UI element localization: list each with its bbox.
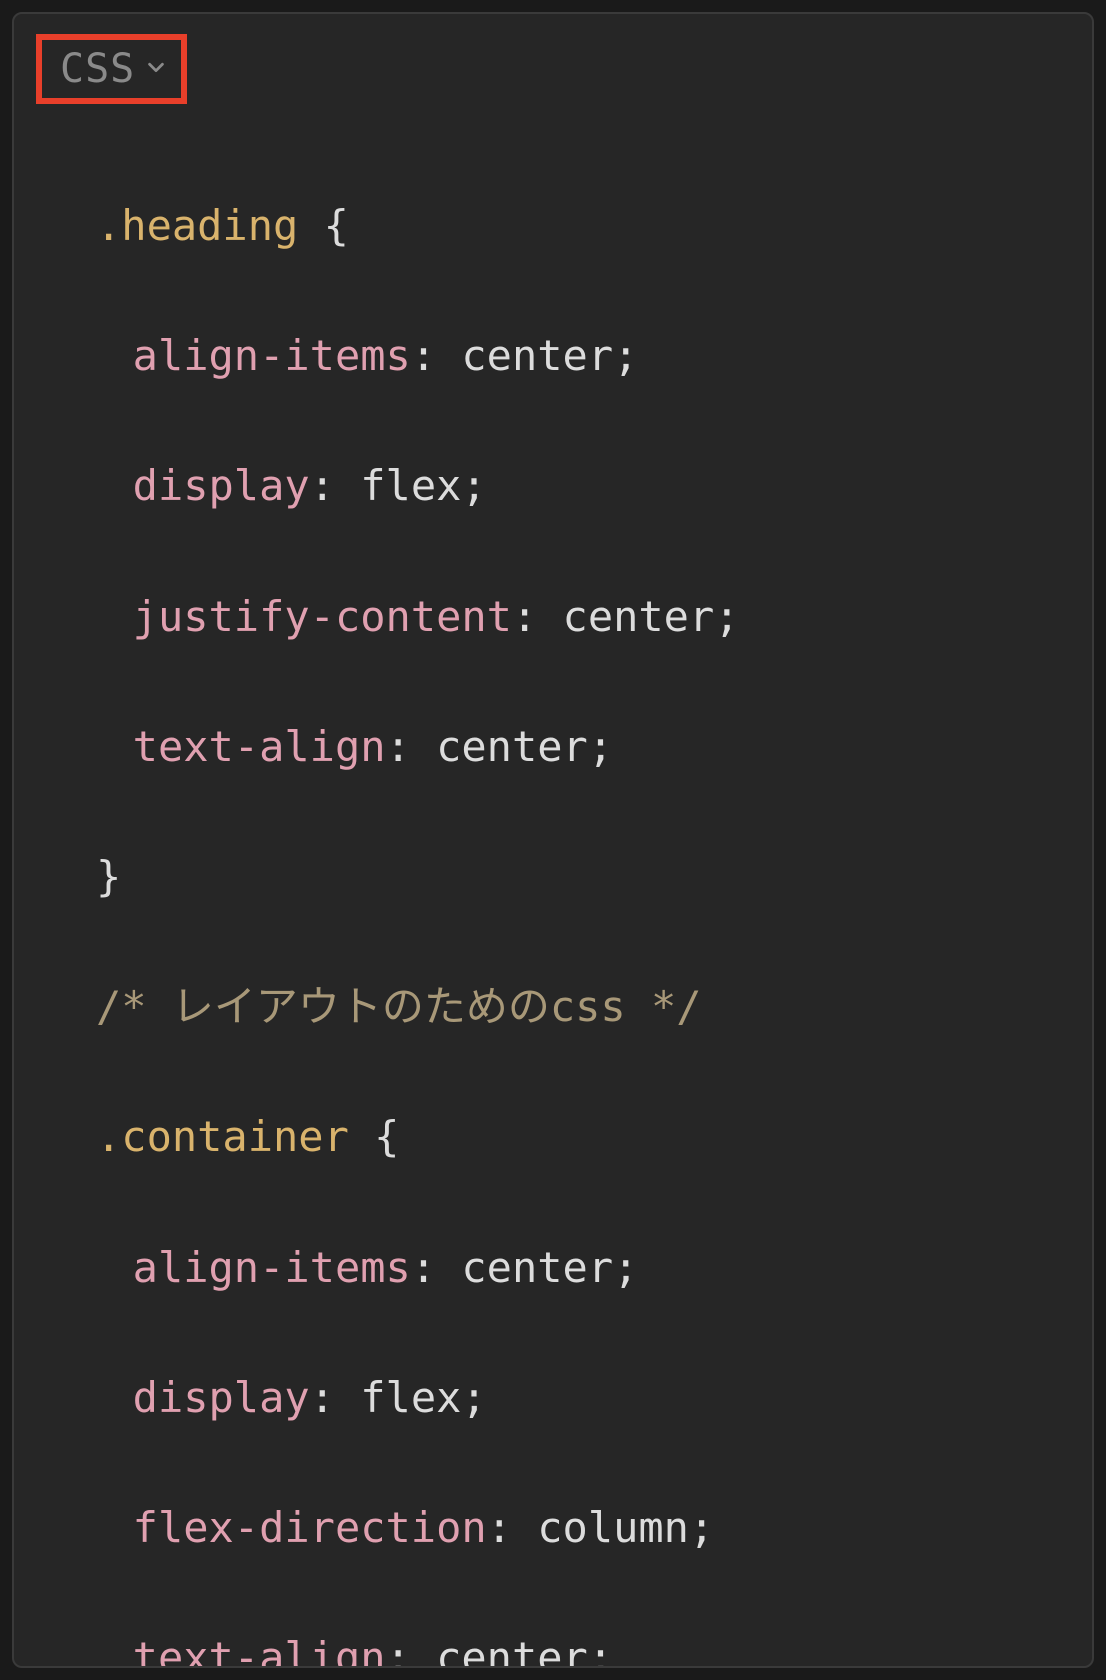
css-selector: .heading — [96, 201, 298, 250]
css-prop: text-align — [133, 1633, 386, 1668]
css-prop: flex-direction — [133, 1503, 487, 1552]
colon: : — [411, 331, 462, 380]
css-prop: align-items — [133, 1243, 411, 1292]
language-label: CSS — [60, 46, 135, 92]
css-val: center — [461, 1243, 613, 1292]
colon: : — [310, 1373, 361, 1422]
language-dropdown[interactable]: CSS — [36, 34, 187, 104]
brace-open: { — [349, 1112, 400, 1161]
semicolon: ; — [613, 1243, 638, 1292]
css-comment: /* レイアウトのためのcss */ — [96, 982, 702, 1031]
colon: : — [487, 1503, 538, 1552]
semicolon: ; — [461, 461, 486, 510]
semicolon: ; — [613, 331, 638, 380]
code-content[interactable]: .heading { align-items: center; display:… — [36, 104, 1070, 1668]
colon: : — [386, 1633, 437, 1668]
semicolon: ; — [588, 1633, 613, 1668]
semicolon: ; — [714, 592, 739, 641]
colon: : — [411, 1243, 462, 1292]
colon: : — [386, 722, 437, 771]
colon: : — [310, 461, 361, 510]
css-prop: display — [133, 1373, 310, 1422]
css-val: flex — [360, 461, 461, 510]
semicolon: ; — [461, 1373, 486, 1422]
css-prop: display — [133, 461, 310, 510]
brace-open: { — [298, 201, 349, 250]
css-val: column — [537, 1503, 689, 1552]
chevron-down-icon — [145, 56, 167, 78]
semicolon: ; — [689, 1503, 714, 1552]
css-prop: justify-content — [133, 592, 512, 641]
css-prop: align-items — [133, 331, 411, 380]
brace-close: } — [96, 852, 121, 901]
css-selector: .container — [96, 1112, 349, 1161]
css-prop: text-align — [133, 722, 386, 771]
code-editor-panel: CSS .heading { align-items: center; disp… — [12, 12, 1094, 1668]
colon: : — [512, 592, 563, 641]
css-val: center — [436, 1633, 588, 1668]
semicolon: ; — [588, 722, 613, 771]
css-val: center — [563, 592, 715, 641]
css-val: flex — [360, 1373, 461, 1422]
css-val: center — [461, 331, 613, 380]
css-val: center — [436, 722, 588, 771]
